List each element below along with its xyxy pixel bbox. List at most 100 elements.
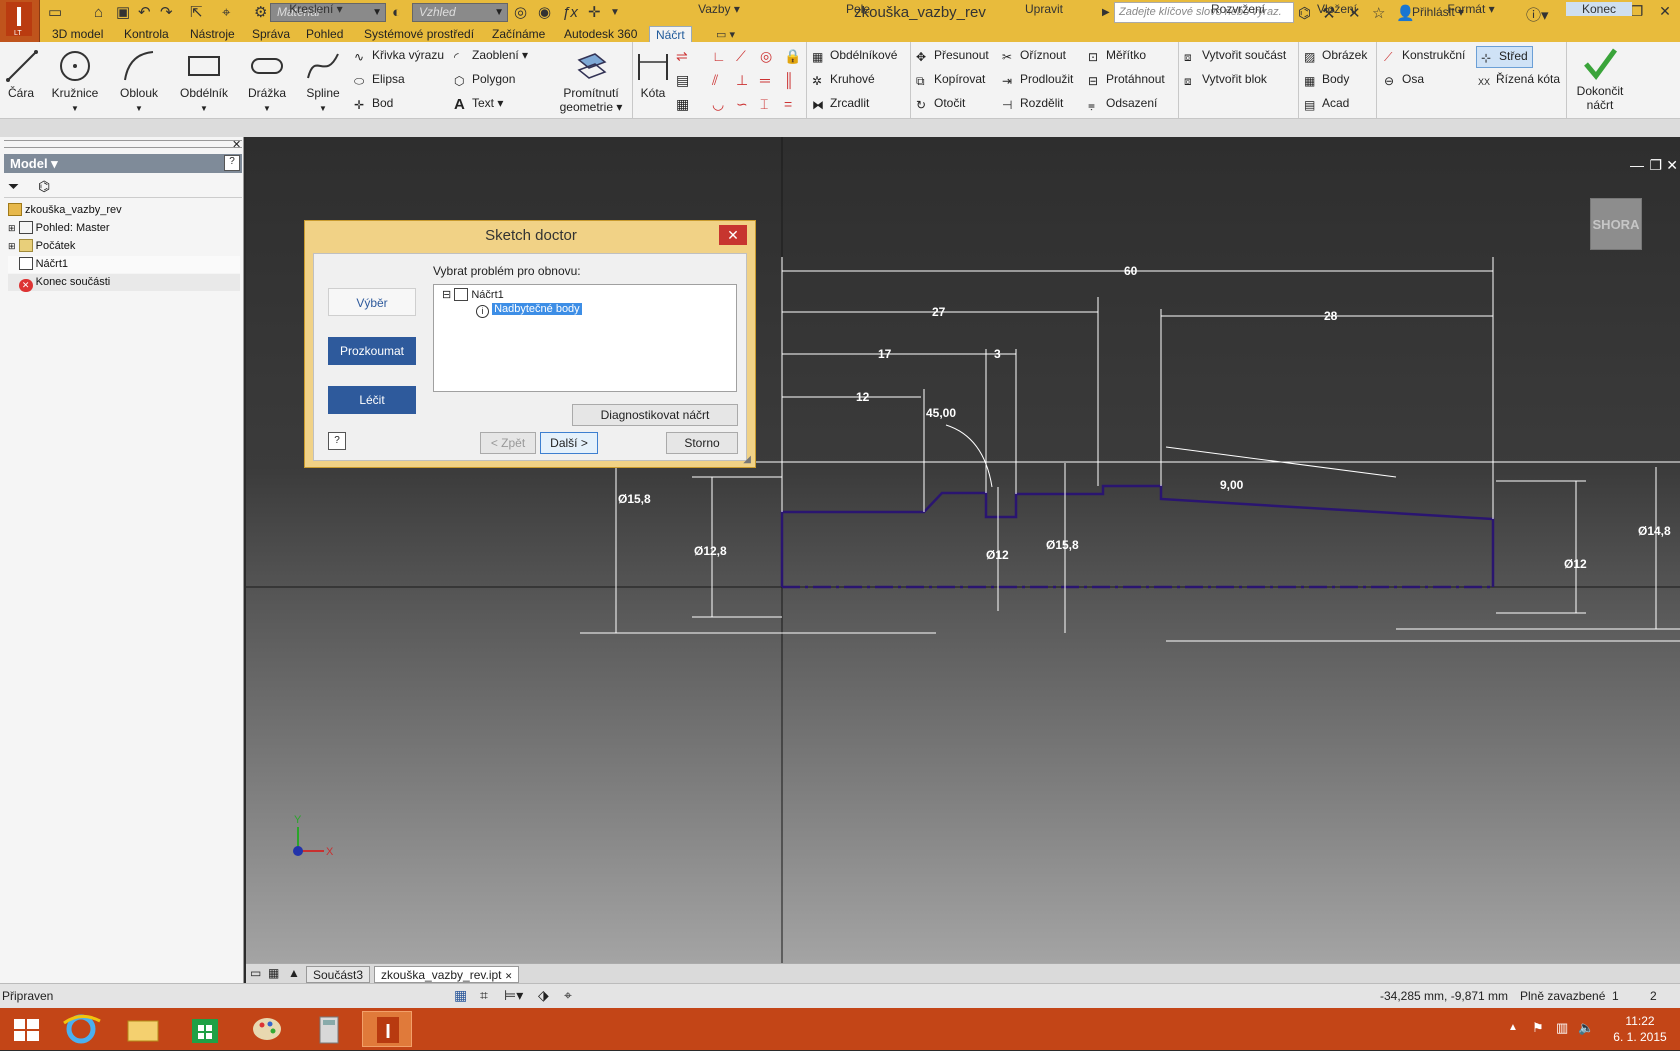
extend-button[interactable]: ⇥ Prodloužit <box>1002 72 1073 88</box>
resize-grip-icon[interactable]: ◢ <box>743 454 751 465</box>
copy-button[interactable]: ⧉ Kopírovat <box>916 72 985 88</box>
browser-grip[interactable] <box>4 140 242 148</box>
fix-constraint-icon[interactable]: 🔒 <box>784 48 801 65</box>
spline-tool-button[interactable]: Spline ▼ <box>300 48 346 114</box>
action-center-flag-icon[interactable]: ⚑ <box>1532 1020 1544 1036</box>
slot-tool-button[interactable]: Drážka ▼ <box>244 48 290 114</box>
insert-image-button[interactable]: ▨ Obrázek <box>1304 48 1367 64</box>
browser-item-origin[interactable]: ⊞ Počátek <box>8 238 75 255</box>
show-constraints-icon[interactable]: ▤ <box>676 72 689 89</box>
clock-date[interactable]: 6. 1. 2015 <box>1606 1030 1674 1044</box>
make-block-button[interactable]: ⧈ Vytvořit blok <box>1184 72 1267 88</box>
rotate-button[interactable]: ↻ Otočit <box>916 96 965 112</box>
equation-curve-button[interactable]: ∿ Křivka výrazu <box>354 48 444 64</box>
tab-inspect[interactable]: Kontrola <box>118 26 175 42</box>
symmetric-constraint-icon[interactable]: ⌶ <box>760 96 768 113</box>
clock-time[interactable]: 11:22 <box>1610 1014 1670 1028</box>
browser-item-end-of-part[interactable]: ⊞ ✕Konec součásti <box>8 274 240 292</box>
perpendicular-constraint-icon[interactable]: ⊥ <box>736 72 748 89</box>
browser-header[interactable]: Model ▾ <box>4 154 242 173</box>
constraint-settings-icon[interactable]: ▦ <box>676 96 689 113</box>
close-tab-icon[interactable]: ✕ <box>505 971 513 981</box>
dialog-help-icon[interactable]: ? <box>328 432 346 450</box>
doc-tab-soucast3[interactable]: Součást3 <box>306 966 371 983</box>
insert-acad-button[interactable]: ▤ Acad <box>1304 96 1349 112</box>
arc-tool-button[interactable]: Oblouk ▼ <box>114 48 164 114</box>
circular-pattern-button[interactable]: ✲ Kruhové <box>812 72 875 88</box>
fillet-button[interactable]: ◜ Zaoblení ▾ <box>454 48 528 64</box>
auto-dimension-icon[interactable]: ⇌ <box>676 48 688 65</box>
concentric-constraint-icon[interactable]: ◎ <box>760 48 772 65</box>
stretch-button[interactable]: ⊟ Protáhnout <box>1088 72 1165 88</box>
cancel-button[interactable]: Storno <box>666 432 738 454</box>
vertical-constraint-icon[interactable]: ║ <box>784 72 794 88</box>
text-button[interactable]: A Text ▾ <box>454 96 503 113</box>
tab-tools[interactable]: Nástroje <box>184 26 241 42</box>
horizontal-constraint-icon[interactable]: ═ <box>760 72 770 88</box>
panel-draw-label[interactable]: Kreslení ▾ <box>0 2 632 16</box>
tab-get-started[interactable]: Začínáme <box>486 26 551 42</box>
tile-view-icon[interactable]: ▭ <box>250 966 261 980</box>
parallel-constraint-icon[interactable]: ⫽ <box>712 72 718 89</box>
tab-manage[interactable]: Správa <box>246 26 296 42</box>
offset-button[interactable]: ⩦ Odsazení <box>1088 96 1157 112</box>
circle-tool-button[interactable]: Kružnice ▼ <box>50 48 100 114</box>
make-part-button[interactable]: ⧈ Vytvořit součást <box>1184 48 1286 64</box>
taskbar-store[interactable] <box>180 1011 230 1047</box>
cascade-view-icon[interactable]: ▦ <box>268 966 279 980</box>
taskbar-ie[interactable] <box>56 1011 106 1047</box>
close-window-icon[interactable]: ✕ <box>1650 0 1680 22</box>
taskbar-calculator[interactable] <box>304 1011 354 1047</box>
examine-step-button[interactable]: Prozkoumat <box>328 337 416 365</box>
mirror-button[interactable]: ⧓ Zrcadlit <box>812 96 869 112</box>
dimension-button[interactable]: Kóta <box>634 48 672 100</box>
project-geometry-button[interactable]: Promítnutí geometrie ▾ <box>556 48 626 114</box>
sketch-grid-icon[interactable]: ▦ <box>454 987 467 1004</box>
sketch-3d-icon[interactable]: ⬗ <box>538 987 549 1004</box>
scale-button[interactable]: ⊡ Měřítko <box>1088 48 1146 64</box>
move-button[interactable]: ✥ Přesunout <box>916 48 989 64</box>
trim-button[interactable]: ✂ Oříznout <box>1002 48 1066 64</box>
dialog-close-icon[interactable]: ✕ <box>719 225 747 245</box>
browser-item-part[interactable]: zkouška_vazby_rev <box>8 202 122 219</box>
split-button[interactable]: ⊣ Rozdělit <box>1002 96 1063 112</box>
filter-icon[interactable]: ⏷ <box>8 178 19 195</box>
find-binoculars-icon[interactable]: ⌬ <box>38 178 50 195</box>
ellipse-button[interactable]: ⬭ Elipsa <box>354 72 405 88</box>
tab-autodesk-360[interactable]: Autodesk 360 <box>558 26 643 42</box>
construction-toggle[interactable]: ⟋ Konstrukční <box>1384 48 1465 64</box>
rectangular-pattern-button[interactable]: ▦ Obdélníkové <box>812 48 897 64</box>
taskbar-inventor[interactable]: I <box>362 1011 412 1047</box>
dof-icon[interactable]: ⊨▾ <box>504 987 523 1004</box>
browser-item-sketch1[interactable]: ⊞ Náčrt1 <box>8 256 240 273</box>
diagnose-sketch-button[interactable]: Diagnostikovat náčrt <box>572 404 738 426</box>
finish-sketch-button[interactable]: Dokončit náčrt <box>1570 46 1630 112</box>
tree-item-redundant-points[interactable]: i Nadbytečné body <box>476 303 582 318</box>
show-constraints-status-icon[interactable]: ⌗ <box>480 987 488 1004</box>
tree-item-sketch1[interactable]: ⊟ Náčrt1 <box>442 288 504 301</box>
selection-step-button[interactable]: Výběr <box>328 288 416 316</box>
tab-sketch[interactable]: Náčrt <box>649 26 692 42</box>
line-tool-button[interactable]: Čára <box>4 48 38 100</box>
browser-close-icon[interactable]: ✕ <box>232 138 241 151</box>
back-button[interactable]: < Zpět <box>480 432 536 454</box>
document-list-icon[interactable]: ▲ <box>288 966 300 980</box>
taskbar-explorer[interactable] <box>118 1011 168 1047</box>
volume-icon[interactable]: 🔈 <box>1578 1020 1594 1036</box>
start-button[interactable] <box>2 1011 52 1047</box>
browser-item-view[interactable]: ⊞ Pohled: Master <box>8 220 110 237</box>
next-button[interactable]: Další > <box>540 432 598 454</box>
treat-step-button[interactable]: Léčit <box>328 386 416 414</box>
insert-points-button[interactable]: ▦ Body <box>1304 72 1349 88</box>
browser-help-icon[interactable]: ? <box>224 155 240 171</box>
rectangle-tool-button[interactable]: Obdélník ▼ <box>176 48 232 114</box>
equal-constraint-icon[interactable]: = <box>784 96 792 112</box>
tab-view[interactable]: Pohled <box>300 26 349 42</box>
centerline-toggle[interactable]: ⊖ Osa <box>1384 72 1424 88</box>
doc-tab-zkouska[interactable]: zkouška_vazby_rev.ipt ✕ <box>374 966 520 983</box>
smooth-constraint-icon[interactable]: ∽ <box>736 96 748 113</box>
driven-dimension-toggle[interactable]: XX Řízená kóta <box>1478 72 1560 91</box>
coincident-constraint-icon[interactable]: ∟ <box>712 48 726 64</box>
polygon-button[interactable]: ⬡ Polygon <box>454 72 515 88</box>
network-icon[interactable]: ▥ <box>1556 1020 1568 1036</box>
